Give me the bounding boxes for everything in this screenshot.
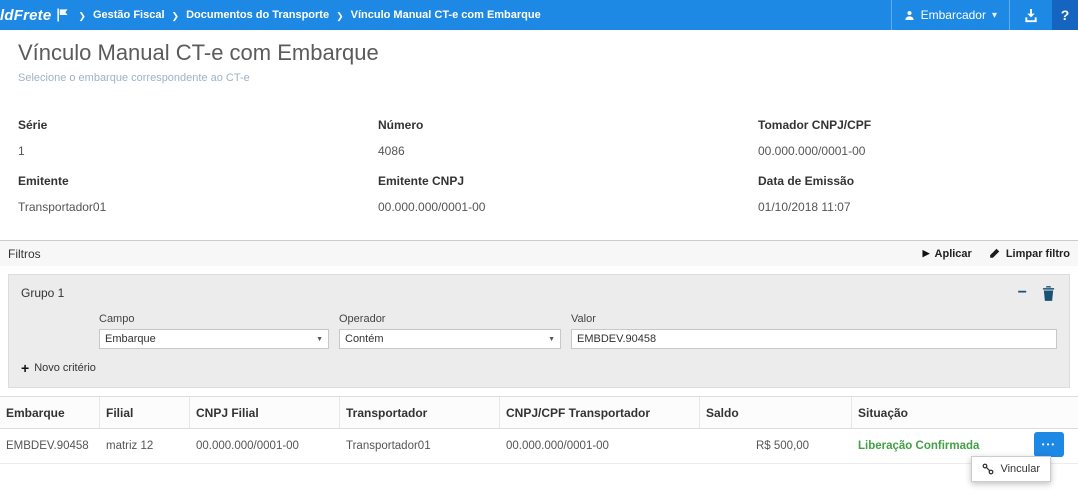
campo-selected-value: Embarque xyxy=(105,333,156,345)
chevron-right-icon: ❯ xyxy=(78,12,86,21)
campo-label: Campo xyxy=(99,313,329,325)
user-menu[interactable]: Embarcador ▾ xyxy=(891,0,1010,30)
detail-field-emitente-cnpj: Emitente CNPJ 00.000.000/0001-00 xyxy=(378,174,758,214)
cell-transportador: Transportador01 xyxy=(340,429,500,463)
user-menu-label: Embarcador xyxy=(921,8,986,22)
header-cell-cnpj-transportador: CNPJ/CPF Transportador xyxy=(500,397,700,428)
filter-group-title: Grupo 1 xyxy=(21,286,64,300)
plus-icon: + xyxy=(21,361,29,375)
pen-icon xyxy=(988,247,1001,260)
filters-actions: ▶ Aplicar Limpar filtro xyxy=(923,247,1070,260)
cell-cnpj-filial: 00.000.000/0001-00 xyxy=(190,429,340,463)
topbar-right: Embarcador ▾ ? xyxy=(891,0,1078,30)
ellipsis-icon: ••• xyxy=(1042,440,1056,449)
detail-field-serie: Série 1 xyxy=(18,118,378,158)
vincular-label: Vincular xyxy=(1000,463,1040,475)
select-arrow-icon: ▼ xyxy=(548,336,555,343)
detail-label: Tomador CNPJ/CPF xyxy=(758,118,1078,132)
campo-field: Campo Embarque ▼ xyxy=(99,313,329,349)
detail-field-numero: Número 4086 xyxy=(378,118,758,158)
logo-text: ldFrete xyxy=(0,7,51,24)
valor-input[interactable] xyxy=(571,329,1057,349)
page-header: Vínculo Manual CT-e com Embarque Selecio… xyxy=(0,30,1078,84)
add-criterion-button[interactable]: + Novo critério xyxy=(21,361,1069,375)
detail-value: 00.000.000/0001-00 xyxy=(758,144,1078,158)
breadcrumb: ❯ Gestão Fiscal ❯ Documentos do Transpor… xyxy=(78,9,540,21)
table-header-row: Embarque Filial CNPJ Filial Transportado… xyxy=(0,396,1078,429)
filter-group-header: Grupo 1 − xyxy=(9,283,1069,301)
detail-field-tomador: Tomador CNPJ/CPF 00.000.000/0001-00 xyxy=(758,118,1078,158)
clear-filter-button[interactable]: Limpar filtro xyxy=(988,247,1070,260)
breadcrumb-item-documentos-transporte[interactable]: Documentos do Transporte xyxy=(186,9,329,21)
breadcrumb-item-gestao-fiscal[interactable]: Gestão Fiscal xyxy=(93,9,165,21)
link-icon xyxy=(982,463,994,475)
operador-selected-value: Contém xyxy=(345,333,384,345)
chevron-right-icon: ❯ xyxy=(172,12,180,21)
detail-value: 1 xyxy=(18,144,378,158)
campo-select[interactable]: Embarque ▼ xyxy=(99,329,329,349)
detail-field-emitente: Emitente Transportador01 xyxy=(18,174,378,214)
select-arrow-icon: ▼ xyxy=(316,336,323,343)
topbar: ldFrete ❯ Gestão Fiscal ❯ Documentos do … xyxy=(0,0,1078,30)
page-subtitle: Selecione o embarque correspondente ao C… xyxy=(18,72,1078,84)
cell-saldo: R$ 500,00 xyxy=(700,429,852,463)
download-icon xyxy=(1023,8,1039,23)
header-cell-saldo: Saldo xyxy=(700,397,852,428)
row-actions-button[interactable]: ••• xyxy=(1034,432,1064,457)
operador-select[interactable]: Contém ▼ xyxy=(339,329,561,349)
valor-field: Valor xyxy=(571,313,1057,349)
detail-label: Emitente CNPJ xyxy=(378,174,758,188)
help-label: ? xyxy=(1061,7,1070,23)
detail-label: Número xyxy=(378,118,758,132)
add-criterion-label: Novo critério xyxy=(34,362,96,374)
flag-icon xyxy=(56,8,69,22)
cell-embarque: EMBDEV.90458 xyxy=(0,429,100,463)
cell-cnpj-transportador: 00.000.000/0001-00 xyxy=(500,429,700,463)
download-button[interactable] xyxy=(1010,0,1052,30)
table-row[interactable]: EMBDEV.90458 matriz 12 00.000.000/0001-0… xyxy=(0,429,1078,464)
user-icon xyxy=(904,10,915,21)
clear-filter-label: Limpar filtro xyxy=(1006,248,1070,260)
detail-label: Data de Emissão xyxy=(758,174,1078,188)
collapse-group-button[interactable]: − xyxy=(1018,285,1027,301)
header-cell-transportador: Transportador xyxy=(340,397,500,428)
cte-details-section: Série 1 Número 4086 Tomador CNPJ/CPF 00.… xyxy=(0,118,1078,230)
detail-label: Série xyxy=(18,118,378,132)
cell-filial: matriz 12 xyxy=(100,429,190,463)
filter-criterion-row: Campo Embarque ▼ Operador Contém ▼ Valor xyxy=(99,313,1057,349)
detail-field-data-emissao: Data de Emissão 01/10/2018 11:07 xyxy=(758,174,1078,214)
filter-group-actions: − xyxy=(1018,285,1055,301)
detail-value: Transportador01 xyxy=(18,200,378,214)
app-logo[interactable]: ldFrete xyxy=(0,7,69,24)
breadcrumb-item-vinculo-manual[interactable]: Vínculo Manual CT-e com Embarque xyxy=(351,9,541,21)
header-cell-situacao: Situação xyxy=(852,397,1078,428)
app-screen: ldFrete ❯ Gestão Fiscal ❯ Documentos do … xyxy=(0,0,1078,504)
results-table: Embarque Filial CNPJ Filial Transportado… xyxy=(0,396,1078,464)
chevron-down-icon: ▾ xyxy=(992,10,997,21)
apply-filter-label: Aplicar xyxy=(935,248,972,260)
vincular-menu-item[interactable]: Vincular xyxy=(971,456,1051,482)
apply-filter-button[interactable]: ▶ Aplicar xyxy=(923,248,972,260)
filters-bar: Filtros ▶ Aplicar Limpar filtro xyxy=(0,240,1078,266)
header-cell-cnpj-filial: CNPJ Filial xyxy=(190,397,340,428)
filters-title: Filtros xyxy=(8,247,41,261)
help-button[interactable]: ? xyxy=(1052,0,1078,30)
play-icon: ▶ xyxy=(923,249,930,258)
detail-value: 4086 xyxy=(378,144,758,158)
filter-group: Grupo 1 − Campo Embarque ▼ xyxy=(8,274,1070,388)
operador-label: Operador xyxy=(339,313,561,325)
trash-icon xyxy=(1042,286,1055,301)
operador-field: Operador Contém ▼ xyxy=(339,313,561,349)
detail-label: Emitente xyxy=(18,174,378,188)
detail-value: 01/10/2018 11:07 xyxy=(758,200,1078,214)
chevron-right-icon: ❯ xyxy=(336,12,344,21)
header-cell-filial: Filial xyxy=(100,397,190,428)
page-title: Vínculo Manual CT-e com Embarque xyxy=(18,40,1078,66)
delete-group-button[interactable] xyxy=(1042,286,1055,301)
valor-label: Valor xyxy=(571,313,1057,325)
header-cell-embarque: Embarque xyxy=(0,397,100,428)
detail-value: 00.000.000/0001-00 xyxy=(378,200,758,214)
